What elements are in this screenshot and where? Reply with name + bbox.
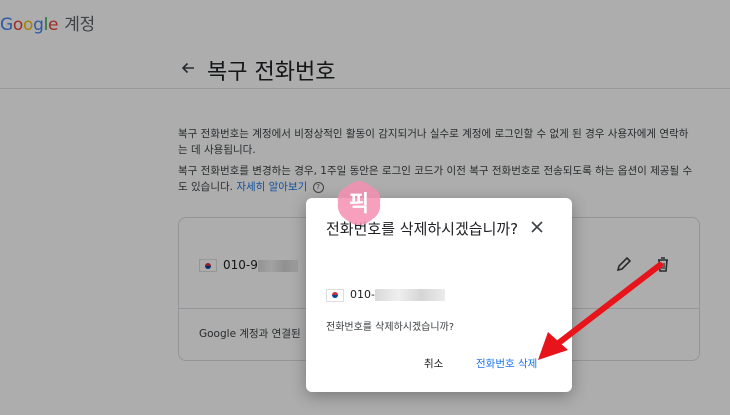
dialog-close-button[interactable] [528,218,546,236]
svg-text:픽: 픽 [349,192,369,217]
korea-flag-icon [326,288,344,302]
phone-mask [374,289,445,301]
dialog-message: 전화번호를 삭제하시겠습니까? [326,322,455,333]
dialog-phone-text: 010- [350,288,375,301]
page: Google 계정 복구 전화번호 복구 전화번호는 계정에서 비정상적인 활동이… [0,0,730,415]
watermark-logo: 픽 [337,181,381,225]
close-icon [531,221,543,233]
dialog-phone-number: 010- [326,288,445,302]
delete-phone-button[interactable]: 전화번호 삭제 [472,354,541,373]
cancel-button[interactable]: 취소 [420,354,447,373]
